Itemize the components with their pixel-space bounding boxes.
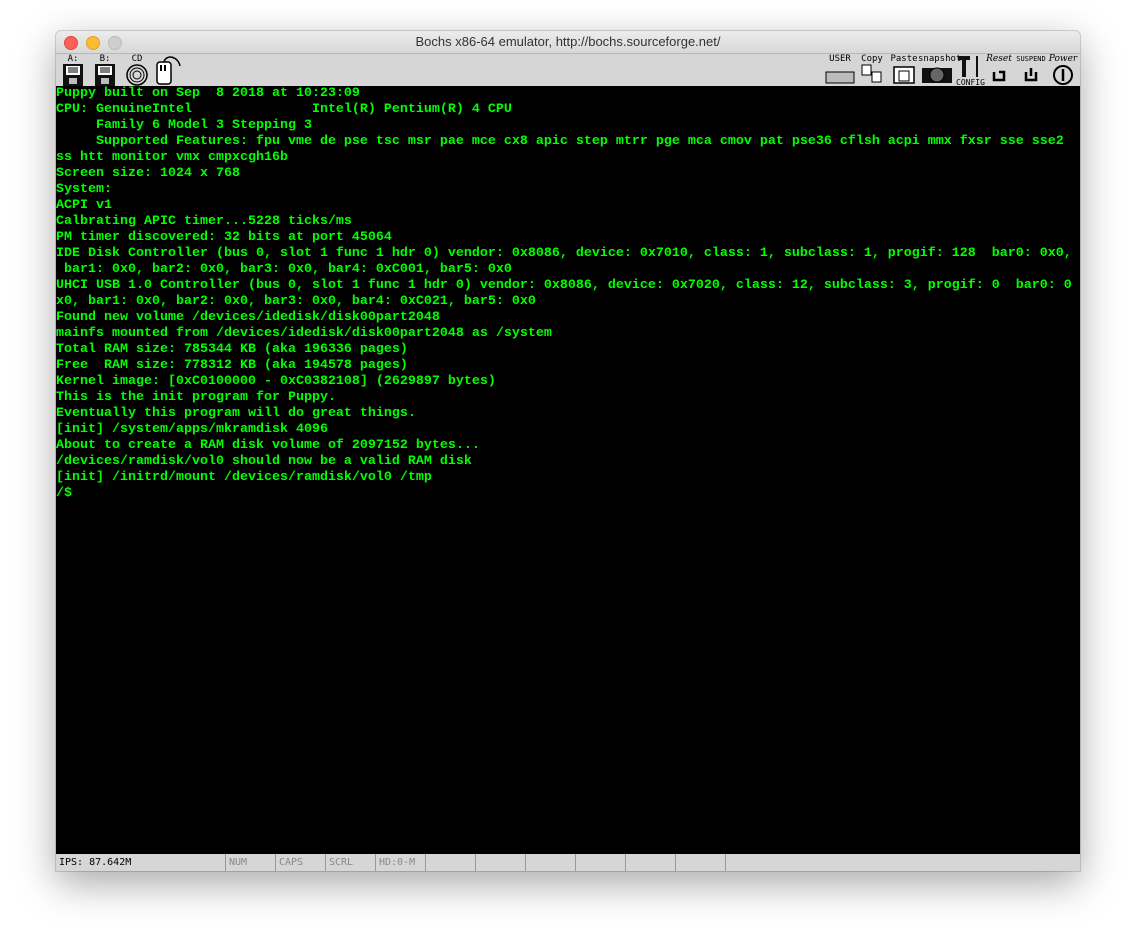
paste-icon xyxy=(893,66,915,84)
ips-indicator: IPS: 87.642M xyxy=(56,854,226,871)
status-cell xyxy=(526,854,576,871)
window-title: Bochs x86-64 emulator, http://bochs.sour… xyxy=(415,34,721,49)
suspend-icon xyxy=(1024,68,1038,82)
snapshot-button[interactable]: snapshot xyxy=(918,54,962,86)
toolbar: A: B: CD USER Copy Paste snapshot CONFIG… xyxy=(56,54,1080,87)
terminal-line: Free RAM size: 778312 KB (aka 194578 pag… xyxy=(56,358,408,373)
terminal-line: CPU: GenuineIntel Intel(R) Pentium(R) 4 … xyxy=(56,102,512,117)
scroll-lock-indicator: SCRL xyxy=(326,854,376,871)
minimize-button[interactable] xyxy=(86,36,100,50)
terminal-line: Kernel image: [0xC0100000 - 0xC0382108] … xyxy=(56,374,496,389)
reset-icon xyxy=(992,70,1006,82)
floppy-icon xyxy=(63,64,83,86)
status-bar: IPS: 87.642M NUM CAPS SCRL HD:0-M xyxy=(56,854,1080,871)
terminal-line: Found new volume /devices/idedisk/disk00… xyxy=(56,310,440,325)
status-cell xyxy=(626,854,676,871)
status-cell xyxy=(576,854,626,871)
terminal-line: [init] /system/apps/mkramdisk 4096 xyxy=(56,422,328,437)
terminal-line: UHCI USB 1.0 Controller (bus 0, slot 1 f… xyxy=(56,278,1072,293)
terminal-line: This is the init program for Puppy. xyxy=(56,390,336,405)
title-bar: Bochs x86-64 emulator, http://bochs.sour… xyxy=(56,31,1080,54)
terminal-line: [init] /initrd/mount /devices/ramdisk/vo… xyxy=(56,470,432,485)
terminal-line: IDE Disk Controller (bus 0, slot 1 func … xyxy=(56,246,1072,261)
status-cell xyxy=(476,854,526,871)
power-label: Power xyxy=(1048,54,1078,64)
terminal-line: Family 6 Model 3 Stepping 3 xyxy=(56,118,312,133)
config-button[interactable]: CONFIG xyxy=(956,54,985,87)
power-button[interactable]: Power xyxy=(1046,54,1080,86)
floppy-a-label: A: xyxy=(67,54,79,64)
terminal-line: Screen size: 1024 x 768 xyxy=(56,166,240,181)
reset-button[interactable]: Reset xyxy=(984,54,1014,86)
cdrom-label: CD xyxy=(131,54,143,64)
floppy-icon xyxy=(95,64,115,86)
paste-label: Paste xyxy=(890,54,918,64)
paste-button[interactable]: Paste xyxy=(890,54,918,86)
copy-label: Copy xyxy=(861,54,883,64)
terminal-output: Puppy built on Sep 8 2018 at 10:23:09 CPU… xyxy=(56,86,1080,502)
mouse-button[interactable] xyxy=(154,54,184,86)
status-cell xyxy=(426,854,476,871)
close-button[interactable] xyxy=(64,36,78,50)
hd-indicator: HD:0-M xyxy=(376,854,426,871)
terminal-line: mainfs mounted from /devices/idedisk/dis… xyxy=(56,326,552,341)
status-cell xyxy=(676,854,726,871)
suspend-label: SUSPEND xyxy=(1016,55,1046,63)
emulator-screen[interactable]: Puppy built on Sep 8 2018 at 10:23:09 CPU… xyxy=(56,86,1080,854)
cdrom-button[interactable]: CD xyxy=(122,54,152,86)
mouse-icon xyxy=(156,56,181,85)
terminal-line: Calbrating APIC timer...5228 ticks/ms xyxy=(56,214,352,229)
terminal-line: System: xyxy=(56,182,112,197)
copy-button[interactable]: Copy xyxy=(858,54,886,86)
terminal-line: /devices/ramdisk/vol0 should now be a va… xyxy=(56,454,472,469)
terminal-line: ACPI v1 xyxy=(56,198,112,213)
camera-icon xyxy=(922,67,952,83)
terminal-line: x0, bar1: 0x0, bar2: 0x0, bar3: 0x0, bar… xyxy=(56,294,536,309)
terminal-line: /$ xyxy=(56,486,72,501)
terminal-line: About to create a RAM disk volume of 209… xyxy=(56,438,480,453)
floppy-a-button[interactable]: A: xyxy=(58,54,88,86)
user-button[interactable]: USER xyxy=(824,54,856,86)
caps-lock-indicator: CAPS xyxy=(276,854,326,871)
terminal-line: ss htt monitor vmx cmpxcgh16b xyxy=(56,150,288,165)
suspend-button[interactable]: SUSPEND xyxy=(1014,54,1048,86)
terminal-line: Eventually this program will do great th… xyxy=(56,406,416,421)
zoom-button[interactable] xyxy=(108,36,122,50)
terminal-line: bar1: 0x0, bar2: 0x0, bar3: 0x0, bar4: 0… xyxy=(56,262,512,277)
copy-icon xyxy=(861,64,882,83)
cdrom-icon xyxy=(126,64,148,86)
terminal-line: PM timer discovered: 32 bits at port 450… xyxy=(56,230,392,245)
terminal-line: Total RAM size: 785344 KB (aka 196336 pa… xyxy=(56,342,408,357)
floppy-b-button[interactable]: B: xyxy=(90,54,120,86)
bochs-window: Bochs x86-64 emulator, http://bochs.sour… xyxy=(56,31,1080,871)
floppy-b-label: B: xyxy=(99,54,111,64)
reset-label: Reset xyxy=(986,54,1012,64)
terminal-line: Supported Features: fpu vme de pse tsc m… xyxy=(56,134,1064,149)
power-icon xyxy=(1053,65,1073,85)
snapshot-label: snapshot xyxy=(918,54,962,64)
tools-icon xyxy=(958,56,978,77)
terminal-line: Puppy built on Sep 8 2018 at 10:23:09 xyxy=(56,86,360,101)
user-label: USER xyxy=(829,54,851,64)
num-lock-indicator: NUM xyxy=(226,854,276,871)
keyboard-icon xyxy=(825,71,855,84)
